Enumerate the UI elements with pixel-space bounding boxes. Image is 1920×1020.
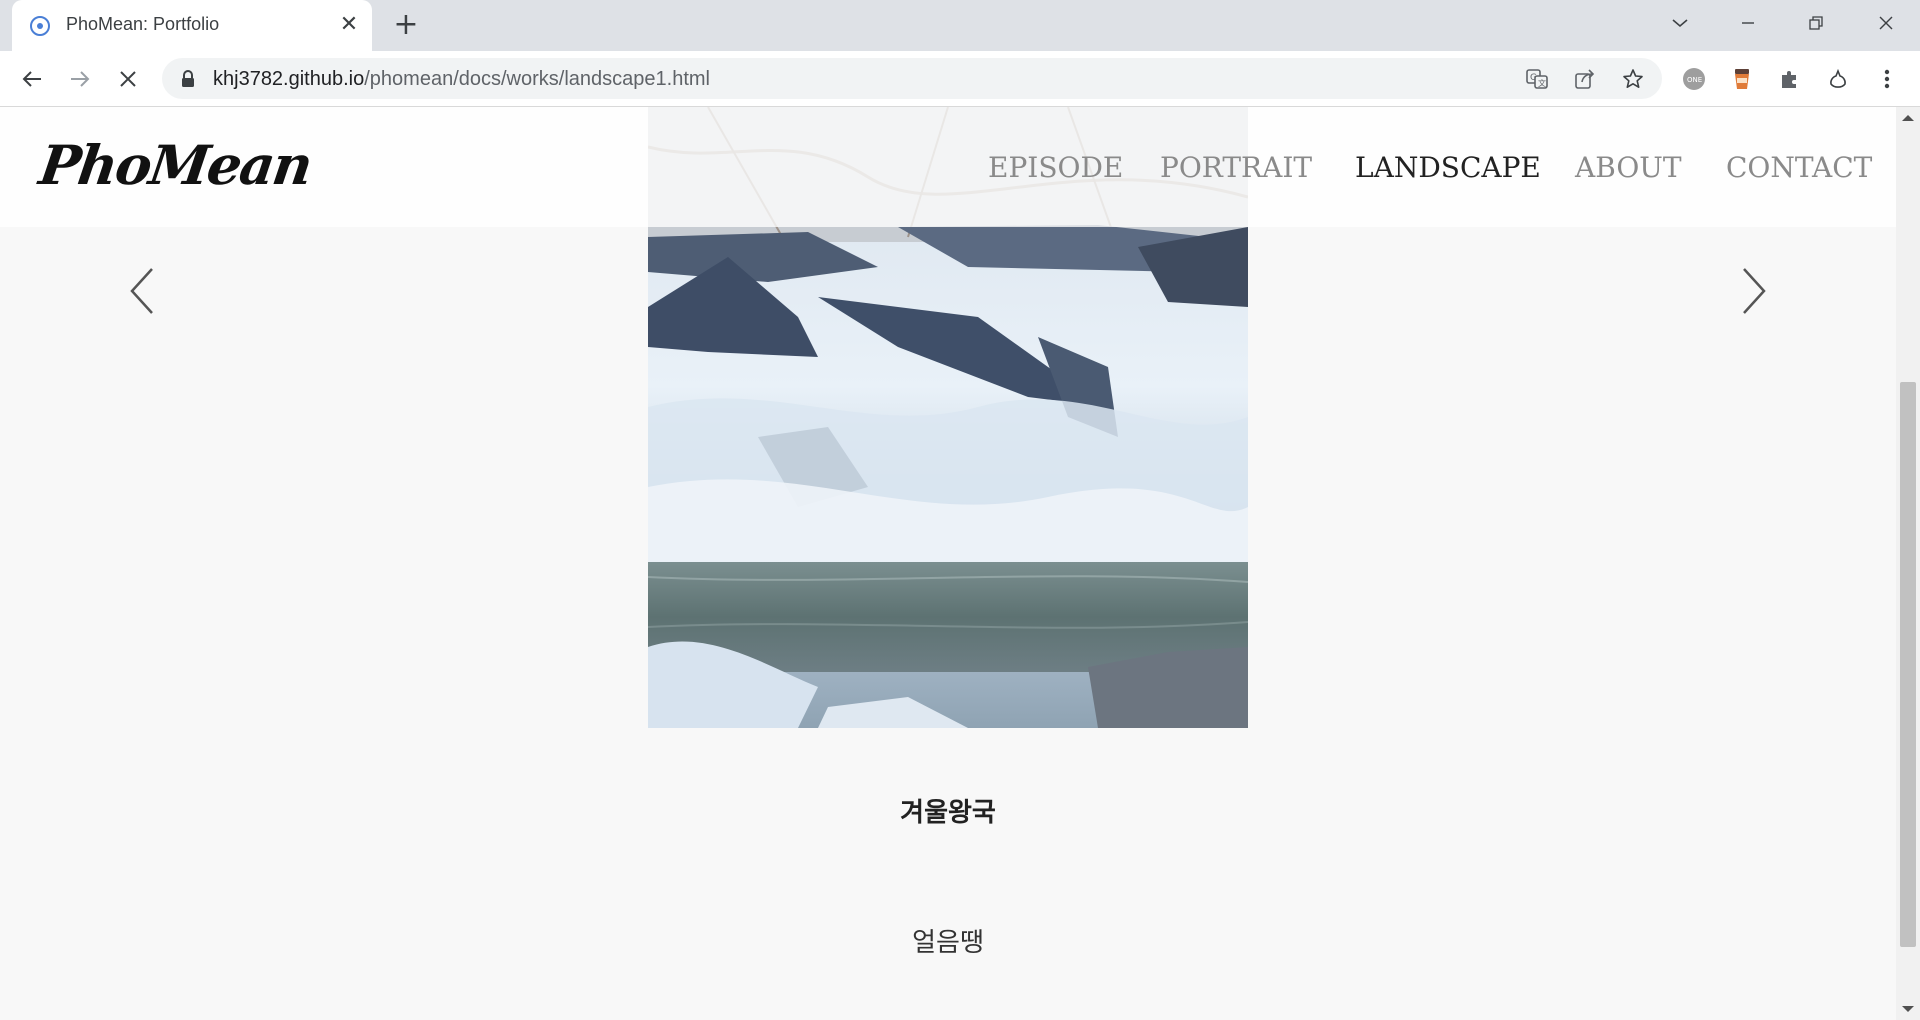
browser-tab[interactable]: PhoMean: Portfolio ✕ bbox=[12, 0, 372, 51]
site-favicon-icon bbox=[30, 16, 50, 36]
tab-strip: PhoMean: Portfolio ✕ + bbox=[0, 0, 1920, 51]
page-viewport: PhoMean EPISODE PORTRAIT LANDSCAPE ABOUT… bbox=[0, 107, 1896, 1020]
nav-about[interactable]: ABOUT bbox=[1575, 151, 1682, 184]
browser-menu-icon[interactable] bbox=[1874, 66, 1900, 92]
sync-extension-icon[interactable] bbox=[1825, 66, 1851, 92]
svg-text:ONE: ONE bbox=[1687, 76, 1702, 84]
svg-text:文: 文 bbox=[1538, 78, 1546, 88]
extensions-puzzle-icon[interactable] bbox=[1777, 66, 1803, 92]
minimize-icon[interactable] bbox=[1728, 8, 1768, 38]
window-close-icon[interactable] bbox=[1866, 8, 1906, 38]
site-header: PhoMean EPISODE PORTRAIT LANDSCAPE ABOUT… bbox=[0, 107, 1896, 227]
work-subtitle: 얼음땡 bbox=[912, 928, 984, 958]
coffee-extension-icon[interactable] bbox=[1729, 66, 1755, 92]
nav-contact[interactable]: CONTACT bbox=[1726, 151, 1872, 184]
nav-portrait[interactable]: PORTRAIT bbox=[1160, 151, 1312, 184]
browser-toolbar: khj3782.github.io/phomean/docs/works/lan… bbox=[0, 51, 1920, 107]
url-host: khj3782.github.io bbox=[213, 68, 365, 90]
extension-profile-icon[interactable]: ONE bbox=[1681, 66, 1707, 92]
translate-icon[interactable]: G文 bbox=[1525, 67, 1549, 91]
site-logo[interactable]: PhoMean bbox=[36, 133, 315, 197]
tab-title: PhoMean: Portfolio bbox=[66, 14, 220, 34]
tab-search-chevron-icon[interactable] bbox=[1660, 8, 1700, 38]
page-scrollbar[interactable] bbox=[1896, 107, 1920, 1020]
lock-icon[interactable] bbox=[180, 70, 196, 88]
restore-icon[interactable] bbox=[1796, 8, 1836, 38]
url-path: /phomean/docs/works/landscape1.html bbox=[364, 68, 710, 90]
bookmark-star-icon[interactable] bbox=[1621, 67, 1645, 91]
stop-loading-icon[interactable] bbox=[113, 64, 143, 94]
previous-arrow-icon[interactable] bbox=[122, 261, 162, 321]
back-icon[interactable] bbox=[17, 64, 47, 94]
forward-icon[interactable] bbox=[65, 64, 95, 94]
nav-episode[interactable]: EPISODE bbox=[988, 151, 1123, 184]
url-text[interactable]: khj3782.github.io/phomean/docs/works/lan… bbox=[213, 68, 710, 91]
address-bar[interactable]: khj3782.github.io/phomean/docs/works/lan… bbox=[162, 58, 1662, 99]
scroll-up-icon[interactable] bbox=[1902, 115, 1914, 121]
work-title: 겨울왕국 bbox=[900, 798, 996, 828]
new-tab-button[interactable]: + bbox=[390, 10, 422, 42]
share-icon[interactable] bbox=[1573, 67, 1597, 91]
close-tab-icon[interactable]: ✕ bbox=[336, 12, 362, 38]
scroll-thumb[interactable] bbox=[1900, 382, 1916, 947]
scroll-down-icon[interactable] bbox=[1902, 1006, 1914, 1012]
next-arrow-icon[interactable] bbox=[1734, 261, 1774, 321]
nav-landscape[interactable]: LANDSCAPE bbox=[1355, 151, 1541, 184]
